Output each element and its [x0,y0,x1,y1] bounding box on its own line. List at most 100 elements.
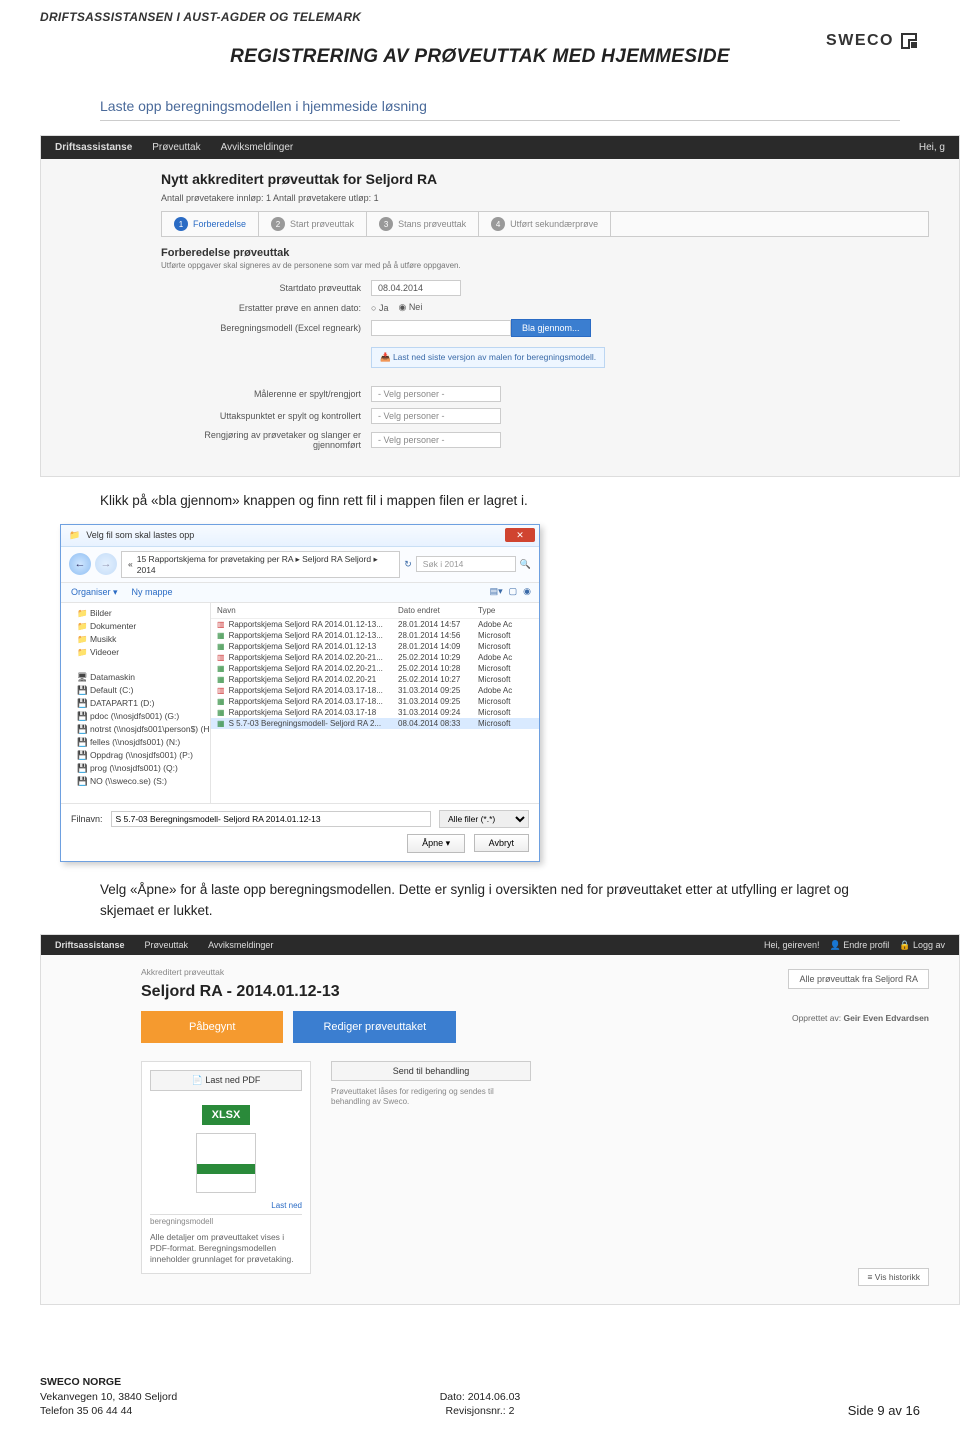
file-row[interactable]: ▦S 5.7-03 Beregningsmodell- Seljord RA 2… [211,718,539,729]
search-input[interactable]: Søk i 2014 [416,556,516,572]
sidebar-entry[interactable]: 📁 Dokumenter [67,620,204,633]
refresh-icon[interactable]: ↻ [404,559,412,570]
form-heading: Forberedelse prøveuttak [161,247,929,259]
filename-label: Filnavn: [71,814,103,824]
screenshot-app-wizard: Driftsassistanse Prøveuttak Avviksmeldin… [40,135,960,477]
footer-date: Dato: 2014.06.03 [440,1390,521,1404]
logout-link[interactable]: 🔒 Logg av [899,940,945,951]
dialog-title: Velg fil som skal lastes opp [86,530,194,540]
hint-text: Last ned siste versjon av malen for bere… [393,352,596,362]
created-by-label: Opprettet av: [792,1013,841,1023]
pdf-caption: Alle detaljer om prøveuttaket vises i PD… [150,1232,302,1265]
edit-sample-button[interactable]: Rediger prøveuttaket [293,1011,456,1043]
sidebar-entry[interactable]: 📁 Videoer [67,646,204,659]
show-history-label: Vis historikk [875,1272,920,1282]
file-row[interactable]: ▥Rapportskjema Seljord RA 2014.02.20-21.… [211,652,539,663]
step-3[interactable]: 3Stans prøveuttak [367,212,479,236]
all-samples-button[interactable]: Alle prøveuttak fra Seljord RA [788,969,929,989]
wizard-counts: Antall prøvetakere innløp: 1 Antall prøv… [161,193,929,203]
startdate-input[interactable]: 08.04.2014 [371,280,461,296]
download-template-link[interactable]: 📥 Last ned siste versjon av malen for be… [371,347,605,368]
nav3-proveuttak[interactable]: Prøveuttak [145,940,189,950]
step-bar: 1Forberedelse 2Start prøveuttak 3Stans p… [161,211,929,237]
pdf-card: 📄 Last ned PDF XLSX Last ned beregningsm… [141,1061,311,1274]
measure2-select[interactable]: - Velg personer - [371,408,501,424]
file-row[interactable]: ▦Rapportskjema Seljord RA 2014.03.17-18.… [211,696,539,707]
footer-address: Vekanvegen 10, 3840 Seljord [40,1390,177,1404]
col-type[interactable]: Type [478,606,533,615]
logo-icon [898,30,920,52]
replace-yes-label: Ja [379,303,389,313]
sidebar-entry[interactable]: 💾 pdoc (\\nosjdfs001) (G:) [67,710,204,723]
step-3-label: Stans prøveuttak [398,219,466,229]
close-button[interactable]: ✕ [505,528,535,542]
show-history-button[interactable]: ≡ Vis historikk [858,1268,929,1286]
file-row[interactable]: ▦Rapportskjema Seljord RA 2014.02.20-212… [211,674,539,685]
preview-icon[interactable]: ▢ [509,586,518,597]
breadcrumb-path[interactable]: «15 Rapportskjema for prøvetaking per RA… [121,551,400,578]
step-4-label: Utført sekundærprøve [510,219,598,229]
sidebar-entry[interactable]: 📁 Bilder [67,607,204,620]
col-date[interactable]: Dato endret [398,606,478,615]
help-icon[interactable]: ◉ [523,586,531,597]
browse-button[interactable]: Bla gjennom... [511,319,591,337]
edit-profile-label: Endre profil [843,940,889,950]
file-row[interactable]: ▦Rapportskjema Seljord RA 2014.03.17-183… [211,707,539,718]
section-heading: Laste opp beregningsmodellen i hjemmesid… [100,98,900,121]
measure3-label: Rengjøring av prøvetaker og slanger er g… [161,430,371,450]
sidebar-entry[interactable]: 🖥 Datamaskin [67,671,204,684]
sidebar-entry[interactable]: 💾 prog (\\nosjdfs001) (Q:) [67,762,204,775]
download-pdf-button[interactable]: 📄 Last ned PDF [150,1070,302,1091]
nav-back-button[interactable]: ← [69,553,91,575]
open-button[interactable]: Åpne ▾ [407,834,465,853]
sidebar-entry[interactable]: 💾 Default (C:) [67,684,204,697]
nav-brand[interactable]: Driftsassistanse [55,142,132,153]
screenshot-app-overview: Driftsassistanse Prøveuttak Avviksmeldin… [40,934,960,1305]
step-1[interactable]: 1Forberedelse [162,212,259,236]
footer-revision: Revisjonsnr.: 2 [440,1404,521,1418]
xlsx-download-link[interactable]: Last ned [271,1201,302,1210]
download-pdf-label: Last ned PDF [205,1075,260,1085]
sidebar-tree[interactable]: 📁 Bilder📁 Dokumenter📁 Musikk📁 Videoer 🖥 … [61,603,211,803]
send-caption: Prøveuttaket låses for redigering og sen… [331,1087,531,1108]
nav3-avvik[interactable]: Avviksmeldinger [208,940,273,950]
sidebar-entry[interactable]: 💾 notrst (\\nosjdfs001\person$) (H:) [67,723,204,736]
measure1-select[interactable]: - Velg personer - [371,386,501,402]
sidebar-entry[interactable]: 📁 Musikk [67,633,204,646]
nav-fwd-button[interactable]: → [95,553,117,575]
file-row[interactable]: ▥Rapportskjema Seljord RA 2014.01.12-13.… [211,619,539,630]
new-folder-button[interactable]: Ny mappe [132,587,173,598]
filename-input[interactable] [111,811,431,827]
edit-profile-link[interactable]: 👤 Endre profil [830,940,890,951]
file-row[interactable]: ▦Rapportskjema Seljord RA 2014.01.12-13.… [211,630,539,641]
send-processing-button[interactable]: Send til behandling [331,1061,531,1081]
nav-item-proveuttak[interactable]: Prøveuttak [152,142,200,153]
file-row[interactable]: ▥Rapportskjema Seljord RA 2014.03.17-18.… [211,685,539,696]
replace-radio-no[interactable]: ◉ Nei [398,302,422,313]
folder-icon: 📁 [69,530,80,541]
startdate-label: Startdato prøveuttak [161,283,371,293]
screenshot-file-dialog: 📁 Velg fil som skal lastes opp ✕ ← → «15… [60,524,540,862]
sidebar-entry[interactable] [67,659,204,671]
col-name[interactable]: Navn [217,606,398,615]
replace-radio-yes[interactable]: ○ Ja [371,303,388,313]
sidebar-entry[interactable]: 💾 NO (\\sweco.se) (S:) [67,775,204,788]
status-badge: Påbegynt [141,1011,283,1043]
step-2[interactable]: 2Start prøveuttak [259,212,367,236]
sidebar-entry[interactable]: 💾 DATAPART1 (D:) [67,697,204,710]
sidebar-entry[interactable]: 💾 felles (\\nosjdfs001) (N:) [67,736,204,749]
measure1-label: Målerenne er spylt/rengjort [161,389,371,399]
view-icon[interactable]: ▤▾ [490,586,503,597]
step-4[interactable]: 4Utført sekundærprøve [479,212,611,236]
sidebar-entry[interactable]: 💾 Oppdrag (\\nosjdfs001) (P:) [67,749,204,762]
filetype-select[interactable]: Alle filer (*.*) [439,810,529,828]
measure3-select[interactable]: - Velg personer - [371,432,501,448]
organize-menu[interactable]: Organiser ▾ [71,587,118,598]
footer-page-number: Side 9 av 16 [848,1403,920,1418]
cancel-button[interactable]: Avbryt [474,834,529,852]
model-file-input[interactable] [371,320,511,336]
nav-item-avvik[interactable]: Avviksmeldinger [221,142,294,153]
file-row[interactable]: ▦Rapportskjema Seljord RA 2014.02.20-21.… [211,663,539,674]
nav3-brand[interactable]: Driftsassistanse [55,940,125,950]
file-row[interactable]: ▦Rapportskjema Seljord RA 2014.01.12-132… [211,641,539,652]
